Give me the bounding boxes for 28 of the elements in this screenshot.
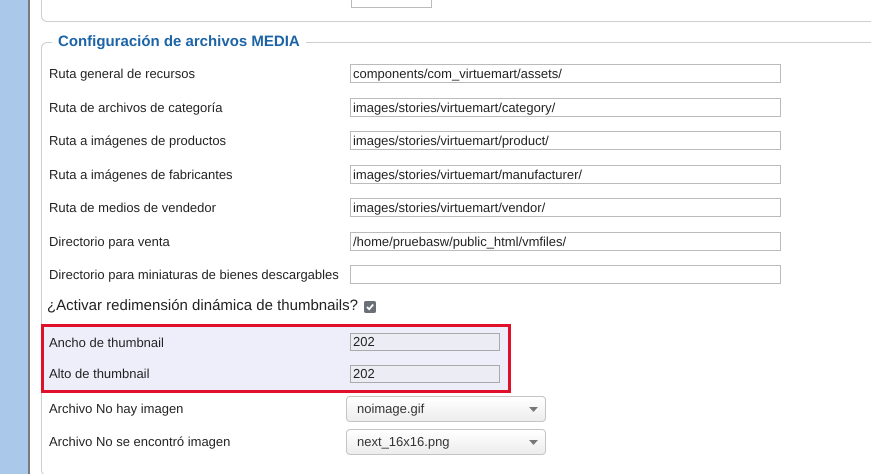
caret-icon: [529, 440, 538, 444]
text-field[interactable]: [350, 265, 781, 284]
field-label: Ruta a imágenes de fabricantes: [49, 166, 234, 184]
field-label: Ruta general de recursos: [49, 65, 196, 83]
field-label: Ruta de archivos de categoría: [49, 98, 224, 117]
text-field[interactable]: /home/pruebasw/public_html/vmfiles/: [350, 232, 781, 251]
field-label: Alto de thumbnail: [49, 365, 150, 383]
dropdown[interactable]: next_16x16.png: [346, 429, 546, 455]
text-field[interactable]: [351, 0, 432, 8]
text-field[interactable]: images/stories/virtuemart/manufacturer/: [350, 164, 781, 184]
text-field[interactable]: images/stories/virtuemart/vendor/: [350, 198, 781, 218]
checkbox[interactable]: [364, 300, 376, 312]
dropdown[interactable]: noimage.gif: [346, 396, 546, 422]
field-label: Ruta a imágenes de productos: [49, 132, 228, 150]
text-field[interactable]: 202: [350, 364, 500, 383]
caret-icon: [529, 406, 538, 412]
text-field[interactable]: images/stories/virtuemart/category/: [350, 98, 781, 117]
text-field[interactable]: 202: [350, 333, 500, 352]
field-label: Ruta de medios de vendedor: [49, 199, 217, 217]
field-label: Archivo No se encontró imagen: [49, 433, 232, 452]
field-label: Directorio para venta: [49, 232, 171, 251]
field-label: Ancho de thumbnail: [49, 334, 165, 352]
text-field[interactable]: components/com_virtuemart/assets/: [350, 64, 781, 84]
section-title: Configuración de archivos MEDIA: [52, 33, 306, 51]
field-label: ¿Activar redimensión dinámica de thumbnails?: [47, 296, 358, 316]
text-field[interactable]: images/stories/virtuemart/product/: [350, 131, 781, 150]
field-label: Archivo No hay imagen: [49, 400, 184, 418]
field-label: Directorio para miniaturas de bienes descargables: [49, 266, 340, 284]
